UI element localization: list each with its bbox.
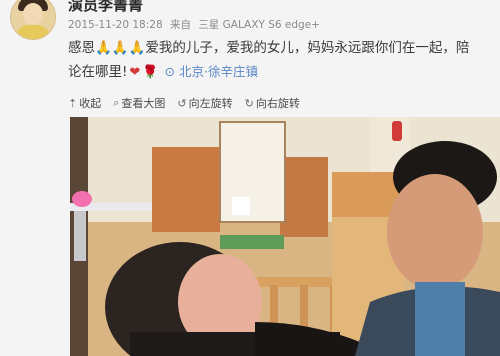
weibo-post-card: 演员李菁菁 2015-11-20 18:28 来自 三星 GALAXY S6 e…	[0, 0, 500, 356]
rose-emoji: 🌹	[142, 65, 159, 80]
post-text-line2: 论在哪里!	[68, 64, 128, 80]
photo-illustration	[70, 117, 500, 356]
view-large-button[interactable]: ⌕ 查看大图	[113, 95, 165, 111]
heart-emoji: ❤	[129, 65, 141, 80]
view-large-label: 查看大图	[121, 97, 166, 110]
location-link[interactable]: ⊙ 北京·徐辛庄镇	[165, 64, 258, 79]
image-toolbar: ⇡ 收起 ⌕ 查看大图 ↺ 向左旋转 ↻ 向右旋转	[68, 92, 300, 114]
magnifier-icon: ⌕	[113, 96, 120, 109]
post-text-line2-wrap: 论在哪里! ❤ 🌹 ⊙ 北京·徐辛庄镇	[68, 60, 500, 85]
post-username[interactable]: 演员李菁菁	[68, 0, 143, 15]
post-source-prefix: 来自	[169, 19, 191, 31]
rotate-right-label: 向右旋转	[255, 97, 300, 110]
rotate-left-label: 向左旋转	[188, 97, 233, 110]
collapse-icon: ⇡	[68, 96, 78, 110]
rotate-left-button[interactable]: ↺ 向左旋转	[177, 95, 232, 111]
collapse-label: 收起	[79, 97, 102, 110]
post-text: 感恩🙏🙏🙏爱我的儿子，爱我的女儿，妈妈永远跟你们在一起，陪 论在哪里! ❤ 🌹 ⊙ 北…	[68, 36, 500, 85]
post-timestamp[interactable]: 2015-11-20 18:28	[68, 19, 163, 31]
rotate-right-button[interactable]: ↻ 向右旋转	[245, 95, 300, 111]
rotate-left-icon: ↺	[177, 96, 187, 110]
post-meta: 2015-11-20 18:28 来自 三星 GALAXY S6 edge+	[68, 17, 324, 32]
collapse-button[interactable]: ⇡ 收起	[68, 95, 101, 111]
post-source-device[interactable]: 三星 GALAXY S6 edge+	[198, 19, 320, 31]
rotate-right-icon: ↻	[244, 96, 254, 110]
location-pin-icon: ⊙	[164, 64, 175, 79]
post-photo[interactable]	[70, 117, 500, 356]
avatar[interactable]	[10, 0, 56, 40]
post-text-line1: 感恩🙏🙏🙏爱我的儿子，爱我的女儿，妈妈永远跟你们在一起，陪	[68, 40, 470, 56]
location-label: 北京·徐辛庄镇	[178, 64, 258, 79]
